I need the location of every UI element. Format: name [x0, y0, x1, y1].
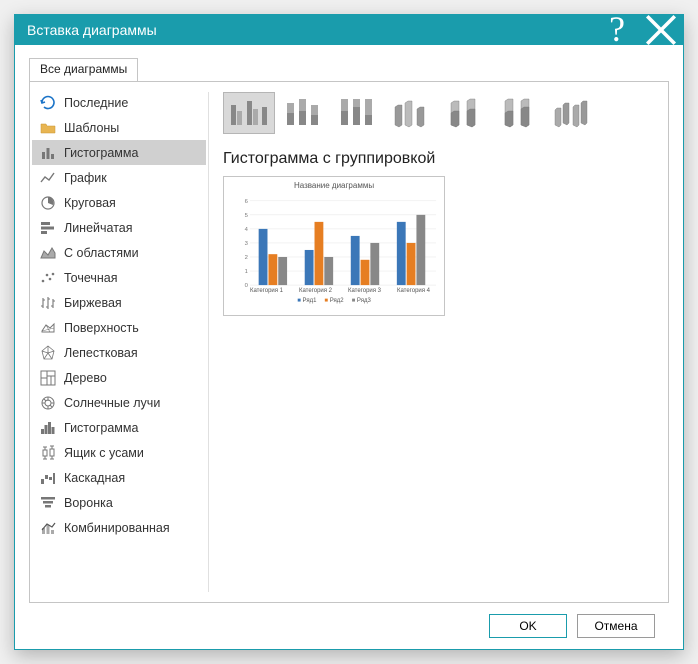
sidebar-item-scatter[interactable]: Точечная	[32, 265, 206, 290]
preview-categories: Категория 1 Категория 2 Категория 3 Кате…	[242, 288, 438, 294]
window-title: Вставка диаграммы	[27, 22, 595, 38]
sidebar-item-area[interactable]: С областями	[32, 240, 206, 265]
sidebar-item-label: Ящик с усами	[64, 446, 144, 460]
preview-legend: Ряд1 Ряд2 Ряд3	[230, 298, 438, 304]
help-button[interactable]: ?	[595, 15, 639, 45]
svg-text:?: ?	[609, 9, 625, 49]
subtype-100-stacked-column[interactable]	[331, 92, 383, 134]
sidebar-item-label: Гистограмма	[64, 146, 138, 160]
close-button[interactable]	[639, 15, 683, 45]
subtype-3d-100-stacked-column[interactable]	[493, 92, 545, 134]
dialog-footer: OK Отмена	[29, 603, 669, 649]
sidebar-item-label: Поверхность	[64, 321, 139, 335]
sidebar-item-surface[interactable]: Поверхность	[32, 315, 206, 340]
sidebar-item-label: Биржевая	[64, 296, 122, 310]
chart-type-label: Гистограмма с группировкой	[223, 150, 668, 168]
box-whisker-icon	[40, 445, 56, 461]
sidebar-item-waterfall[interactable]: Каскадная	[32, 465, 206, 490]
main-panel: Гистограмма с группировкой Название диаг…	[209, 82, 668, 602]
chart-preview[interactable]: Название диаграммы 0 1 2 3 4 5 6 Категория 1 К…	[223, 176, 445, 316]
titlebar: Вставка диаграммы ?	[15, 15, 683, 45]
scatter-chart-icon	[40, 270, 56, 286]
combo-chart-icon	[40, 520, 56, 536]
sidebar-item-label: Лепестковая	[64, 346, 138, 360]
funnel-icon	[40, 495, 56, 511]
svg-text:3: 3	[245, 241, 249, 247]
sunburst-icon	[40, 395, 56, 411]
sidebar-item-label: Шаблоны	[64, 121, 119, 135]
svg-text:1: 1	[245, 269, 248, 275]
waterfall-icon	[40, 470, 56, 486]
subtype-stacked-column[interactable]	[277, 92, 329, 134]
sidebar-item-label: Точечная	[64, 271, 118, 285]
sidebar-item-label: Солнечные лучи	[64, 396, 160, 410]
subtype-clustered-column[interactable]	[223, 92, 275, 134]
sidebar-item-histogram[interactable]: Гистограмма	[32, 415, 206, 440]
sidebar-item-label: Круговая	[64, 196, 116, 210]
folder-icon	[40, 120, 56, 136]
stock-chart-icon	[40, 295, 56, 311]
recent-icon	[40, 95, 56, 111]
line-chart-icon	[40, 170, 56, 186]
sidebar-item-label: С областями	[64, 246, 139, 260]
svg-text:0: 0	[245, 283, 249, 288]
sidebar-item-label: Каскадная	[64, 471, 125, 485]
sidebar-item-line[interactable]: График	[32, 165, 206, 190]
surface-chart-icon	[40, 320, 56, 336]
sidebar-item-label: Линейчатая	[64, 221, 133, 235]
sidebar-item-radar[interactable]: Лепестковая	[32, 340, 206, 365]
sidebar-item-label: Гистограмма	[64, 421, 138, 435]
sidebar-item-funnel[interactable]: Воронка	[32, 490, 206, 515]
treemap-icon	[40, 370, 56, 386]
histogram-icon	[40, 420, 56, 436]
svg-text:5: 5	[245, 213, 249, 219]
sidebar-item-bar[interactable]: Линейчатая	[32, 215, 206, 240]
chart-category-sidebar: Последние Шаблоны Гистограмма График Кру	[30, 82, 208, 602]
preview-plot: 0 1 2 3 4 5 6	[242, 192, 438, 288]
column-chart-icon	[40, 145, 56, 161]
preview-title: Название диаграммы	[230, 181, 438, 190]
subtype-3d-clustered-column[interactable]	[385, 92, 437, 134]
sidebar-item-treemap[interactable]: Дерево	[32, 365, 206, 390]
area-chart-icon	[40, 245, 56, 261]
subtype-3d-stacked-column[interactable]	[439, 92, 491, 134]
sidebar-item-label: Последние	[64, 96, 128, 110]
svg-text:4: 4	[245, 227, 249, 233]
subtype-row	[223, 92, 668, 134]
cancel-button[interactable]: Отмена	[577, 614, 655, 638]
tab-all-charts[interactable]: Все диаграммы	[29, 58, 138, 82]
radar-chart-icon	[40, 345, 56, 361]
sidebar-item-column[interactable]: Гистограмма	[32, 140, 206, 165]
sidebar-item-templates[interactable]: Шаблоны	[32, 115, 206, 140]
sidebar-item-pie[interactable]: Круговая	[32, 190, 206, 215]
ok-button[interactable]: OK	[489, 614, 567, 638]
sidebar-item-label: Воронка	[64, 496, 113, 510]
sidebar-item-sunburst[interactable]: Солнечные лучи	[32, 390, 206, 415]
insert-chart-dialog: Вставка диаграммы ? Все диаграммы Послед…	[14, 14, 684, 650]
sidebar-item-stock[interactable]: Биржевая	[32, 290, 206, 315]
bar-chart-icon	[40, 220, 56, 236]
sidebar-item-label: Дерево	[64, 371, 107, 385]
sidebar-item-recent[interactable]: Последние	[32, 90, 206, 115]
sidebar-item-combo[interactable]: Комбинированная	[32, 515, 206, 540]
sidebar-item-label: График	[64, 171, 107, 185]
sidebar-item-boxwhisker[interactable]: Ящик с усами	[32, 440, 206, 465]
svg-text:2: 2	[245, 255, 248, 261]
tab-strip: Все диаграммы	[29, 57, 669, 81]
subtype-3d-column[interactable]	[547, 92, 599, 134]
pie-chart-icon	[40, 195, 56, 211]
sidebar-item-label: Комбинированная	[64, 521, 170, 535]
svg-text:6: 6	[245, 199, 249, 205]
